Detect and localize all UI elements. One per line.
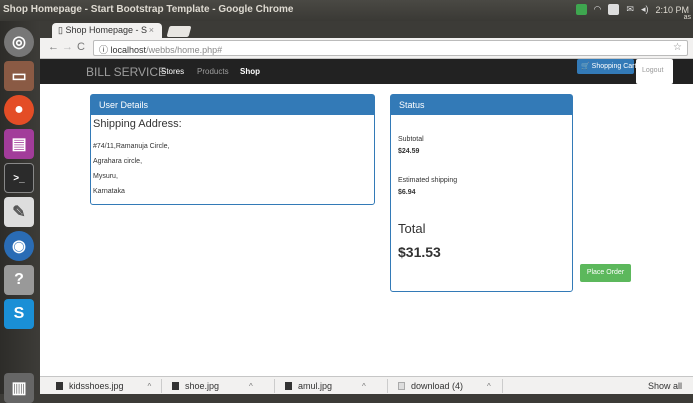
download-item[interactable]: download (4) ^ — [398, 381, 491, 391]
shipping-value: $6.94 — [398, 189, 416, 196]
trash-icon[interactable]: ▥ — [4, 373, 34, 403]
site-navbar: BILL SERVICE Stores Products Shop 🛒 Shop… — [40, 59, 693, 84]
files-icon[interactable]: ▭ — [4, 61, 34, 91]
help-icon[interactable]: ? — [4, 265, 34, 295]
bookmark-star-icon[interactable]: ☆ — [673, 42, 682, 53]
download-item[interactable]: kidsshoes.jpg ^ — [56, 381, 151, 391]
download-filename: kidsshoes.jpg — [69, 381, 124, 391]
address-line-3: Mysuru, — [93, 173, 118, 180]
chevron-up-icon[interactable]: ^ — [362, 382, 366, 391]
browser-tab[interactable]: ▯ Shop Homepage - S × — [52, 23, 162, 38]
software-center-icon[interactable]: ▤ — [4, 129, 34, 159]
chevron-up-icon[interactable]: ^ — [148, 382, 152, 391]
tab-strip: ▯ Shop Homepage - S × — [40, 21, 693, 38]
status-panel: Status — [390, 94, 573, 292]
address-line-4: Karnataka — [93, 188, 125, 195]
logout-button[interactable]: Logout — [636, 59, 673, 84]
file-icon — [398, 382, 405, 390]
total-label: Total — [398, 221, 426, 236]
browser-window: ▯ Shop Homepage - S × ← → C ⓘ localhost/… — [40, 21, 693, 394]
address-line-2: Agrahara circle, — [93, 158, 143, 165]
page-icon: ▯ — [58, 25, 63, 35]
system-tray: ◠ ✉ ◂) 2:10 PM as — [575, 4, 691, 21]
shipping-address-title: Shipping Address: — [93, 118, 182, 130]
image-file-icon — [56, 382, 63, 390]
browser-toolbar: ← → C ⓘ localhost/webbs/home.php# ☆ — [40, 38, 693, 59]
launcher: ◎ ▭ ● ▤ >_ ✎ ◉ ? S ▥ — [0, 21, 40, 403]
user-initials[interactable]: as — [684, 14, 691, 21]
status-heading: Status — [391, 95, 572, 115]
chevron-up-icon[interactable]: ^ — [249, 382, 253, 391]
wifi-icon[interactable]: ◠ — [594, 4, 602, 15]
download-separator — [161, 379, 162, 393]
update-icon[interactable] — [575, 4, 587, 15]
chrome-icon[interactable]: ● — [4, 95, 34, 125]
address-line-1: #74/11,Ramanuja Circle, — [93, 143, 170, 150]
text-editor-icon[interactable]: ✎ — [4, 197, 34, 227]
subtotal-value: $24.59 — [398, 148, 420, 155]
download-separator — [387, 379, 388, 393]
address-bar[interactable]: ⓘ localhost/webbs/home.php# ☆ — [93, 40, 688, 56]
user-details-heading: User Details — [91, 95, 374, 115]
show-all-link[interactable]: Show all — [648, 381, 682, 391]
reload-button[interactable]: C — [77, 41, 85, 53]
skype-icon[interactable]: S — [4, 299, 34, 329]
tab-title: Shop Homepage - S — [65, 25, 148, 35]
mail-icon[interactable]: ✉ — [626, 4, 634, 15]
download-separator — [274, 379, 275, 393]
keyboard-icon[interactable] — [608, 4, 620, 15]
thunderbird-icon[interactable]: ◉ — [4, 231, 34, 261]
url-host: localhost — [110, 45, 147, 55]
total-value: $31.53 — [398, 244, 441, 260]
place-order-button[interactable]: Place Order — [580, 264, 631, 282]
back-button[interactable]: ← — [48, 41, 59, 53]
shipping-label: Estimated shipping — [398, 177, 458, 184]
brand-link[interactable]: BILL SERVICE — [86, 65, 166, 79]
os-top-bar: Shop Homepage - Start Bootstrap Template… — [0, 0, 693, 21]
window-title: Shop Homepage - Start Bootstrap Template… — [3, 4, 294, 15]
download-item[interactable]: amul.jpg ^ — [285, 381, 366, 391]
clock[interactable]: 2:10 PM — [655, 5, 689, 15]
nav-link-stores[interactable]: Stores — [161, 67, 184, 76]
cart-icon: 🛒 — [581, 63, 590, 70]
terminal-icon[interactable]: >_ — [4, 163, 34, 193]
nav-link-products[interactable]: Products — [197, 67, 229, 76]
new-tab-button[interactable] — [166, 26, 192, 37]
tab-close-icon[interactable]: × — [149, 25, 154, 35]
downloads-bar: kidsshoes.jpg ^ shoe.jpg ^ amul.jpg ^ do… — [40, 376, 693, 394]
image-file-icon — [172, 382, 179, 390]
download-filename: shoe.jpg — [185, 381, 220, 391]
info-icon[interactable]: ⓘ — [99, 45, 108, 55]
chevron-up-icon[interactable]: ^ — [487, 382, 491, 391]
download-filename: download (4) — [411, 381, 464, 391]
url-path: /webbs/home.php# — [146, 45, 223, 55]
image-file-icon — [285, 382, 292, 390]
shopping-cart-label: Shopping Cart — [591, 63, 637, 70]
forward-button[interactable]: → — [62, 41, 73, 53]
volume-icon[interactable]: ◂) — [641, 4, 649, 15]
shopping-cart-button[interactable]: 🛒 Shopping Cart — [577, 59, 637, 74]
download-filename: amul.jpg — [298, 381, 333, 391]
subtotal-label: Subtotal — [398, 136, 424, 143]
nav-link-shop[interactable]: Shop — [240, 67, 260, 76]
dash-icon[interactable]: ◎ — [4, 27, 34, 57]
download-separator — [502, 379, 503, 393]
download-item[interactable]: shoe.jpg ^ — [172, 381, 253, 391]
